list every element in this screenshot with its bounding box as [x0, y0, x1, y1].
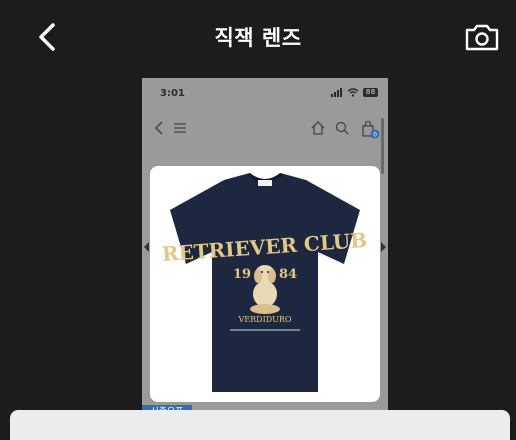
wifi-icon [347, 88, 359, 97]
cart-count: 0 [373, 132, 377, 139]
tshirt-image: RETRIEVER CLUB 19 84 VERDIDURO [161, 173, 368, 392]
signal-icon [331, 88, 342, 97]
print-sub-text: VERDIDURO [238, 315, 292, 324]
search-icon [335, 121, 349, 135]
home-icon [311, 121, 325, 135]
preview-nav-row: 0 [142, 116, 388, 146]
carousel-prev-icon[interactable] [142, 240, 150, 254]
chevron-left-icon [154, 121, 163, 135]
page-title: 직잭 렌즈 [214, 26, 302, 50]
carousel-next-icon[interactable] [380, 240, 388, 254]
top-bar: 직잭 렌즈 [0, 0, 516, 78]
product-image[interactable]: RETRIEVER CLUB 19 84 VERDIDURO [150, 166, 380, 402]
camera-button[interactable] [464, 22, 500, 52]
camera-icon [465, 24, 499, 51]
print-year-left: 19 [233, 267, 251, 282]
status-time: 3:01 [160, 88, 185, 99]
battery-icon: 88 [363, 88, 378, 97]
print-year-right: 84 [279, 267, 297, 282]
screenshot-preview[interactable]: 3:01 88 0 RETRIEVER CLUB 19 84 VERDIDURO [142, 78, 388, 410]
bottom-sheet[interactable] [10, 410, 510, 440]
status-bar: 3:01 88 [142, 78, 388, 114]
scrollbar[interactable] [381, 118, 384, 174]
menu-icon [174, 123, 186, 133]
shopping-bag-icon: 0 [362, 120, 380, 139]
